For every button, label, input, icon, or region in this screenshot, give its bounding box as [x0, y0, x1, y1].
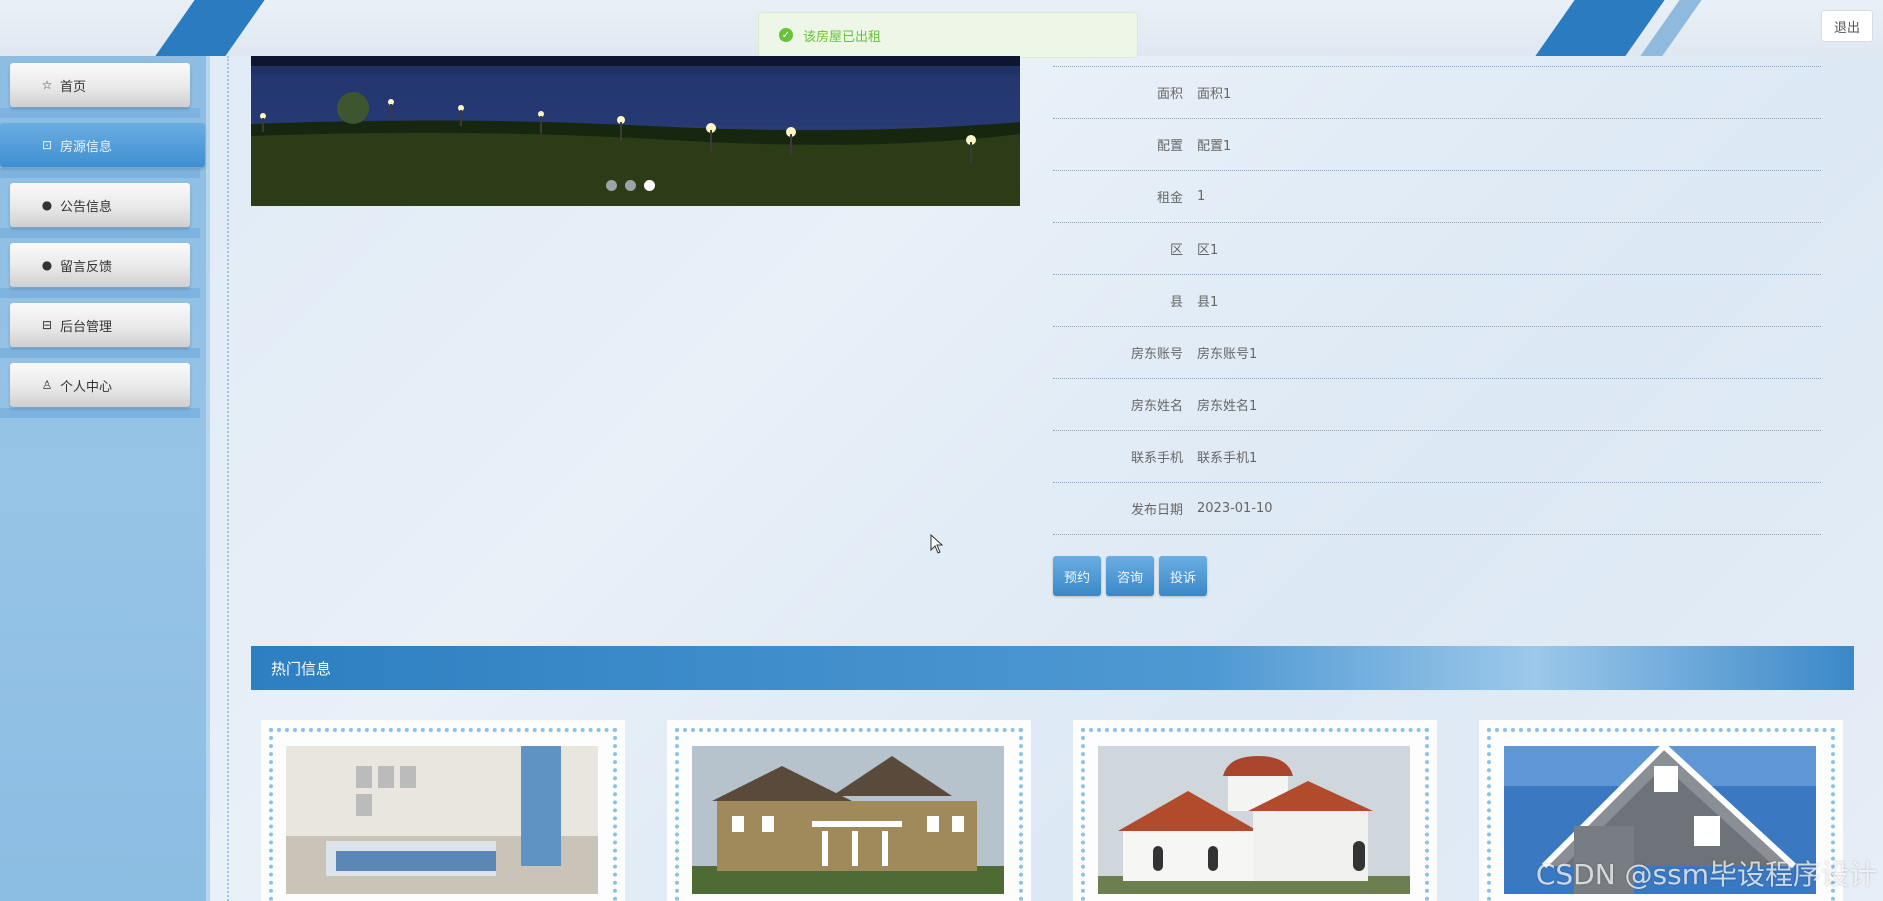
- row-value: 房东账号1: [1197, 346, 1258, 362]
- detail-row-district: 区 区1: [1053, 222, 1821, 275]
- hot-card[interactable]: [1073, 720, 1437, 901]
- sidebar-item-listings[interactable]: ⊡ 房源信息: [0, 123, 205, 167]
- row-label: 配置: [1156, 138, 1183, 154]
- star-icon: ☆: [41, 78, 53, 92]
- sidebar-item-home[interactable]: ☆ 首页: [10, 63, 190, 107]
- card-image: [1098, 746, 1410, 894]
- detail-row-phone: 联系手机 联系手机1: [1053, 430, 1821, 483]
- briefcase-icon: ⊟: [41, 318, 53, 332]
- card-image: [692, 746, 1004, 894]
- alert-icon: ●: [41, 198, 53, 212]
- row-value: 1: [1197, 188, 1206, 204]
- sidebar-item-label: 首页: [60, 79, 87, 95]
- row-label: 发布日期: [1130, 502, 1183, 518]
- hot-card[interactable]: [261, 720, 625, 901]
- section-title: 热门信息: [271, 659, 332, 678]
- nav-divider: [0, 348, 200, 358]
- success-toast: ✓ 该房屋已出租: [758, 12, 1138, 58]
- question-icon: ●: [41, 258, 53, 272]
- carousel-dots: [606, 180, 655, 191]
- row-label: 房东账号: [1130, 346, 1183, 362]
- carousel-dot-active[interactable]: [644, 180, 655, 191]
- sidebar-edge: [206, 56, 210, 901]
- header-stripe: [155, 0, 265, 56]
- content-divider: [227, 56, 229, 901]
- carousel-dot[interactable]: [606, 180, 617, 191]
- detail-row-rent: 租金 1: [1053, 170, 1821, 223]
- row-value: 县1: [1197, 294, 1219, 310]
- row-value: 面积1: [1197, 86, 1232, 102]
- hot-info-header: 热门信息: [251, 646, 1854, 690]
- detail-row-landlord-account: 房东账号 房东账号1: [1053, 326, 1821, 379]
- row-value: 区1: [1197, 242, 1219, 258]
- toast-message: 该房屋已出租: [803, 29, 882, 45]
- detail-row-landlord-name: 房东姓名 房东姓名1: [1053, 378, 1821, 431]
- hot-card[interactable]: [667, 720, 1031, 901]
- mouse-cursor-icon: [930, 534, 944, 554]
- sidebar-item-label: 房源信息: [60, 139, 113, 155]
- sidebar-item-label: 个人中心: [60, 379, 113, 395]
- row-label: 区: [1169, 242, 1183, 258]
- watermark-text: CSDN @ssm毕设程序设计: [1535, 858, 1877, 891]
- row-label: 租金: [1156, 190, 1183, 206]
- user-icon: ♙: [41, 378, 53, 392]
- sidebar-item-notices[interactable]: ● 公告信息: [10, 183, 190, 227]
- consult-button[interactable]: 咨询: [1106, 556, 1154, 596]
- carousel-dot[interactable]: [625, 180, 636, 191]
- detail-row-area: 面积 面积1: [1053, 66, 1821, 119]
- row-label: 联系手机: [1130, 450, 1183, 466]
- row-value: 房东姓名1: [1197, 398, 1258, 414]
- row-label: 面积: [1156, 86, 1183, 102]
- row-value: 配置1: [1197, 138, 1232, 154]
- nav-divider: [0, 108, 200, 118]
- sidebar-item-label: 留言反馈: [60, 259, 113, 275]
- row-value: 2023-01-10: [1197, 500, 1273, 516]
- row-value: 联系手机1: [1197, 450, 1258, 466]
- nav-divider: [0, 228, 200, 238]
- sidebar-item-feedback[interactable]: ● 留言反馈: [10, 243, 190, 287]
- logout-button[interactable]: 退出: [1821, 10, 1873, 42]
- sidebar-item-label: 公告信息: [60, 199, 113, 215]
- bag-icon: ⊡: [41, 138, 53, 152]
- detail-row-county: 县 县1: [1053, 274, 1821, 327]
- row-label: 房东姓名: [1130, 398, 1183, 414]
- detail-row-publish-date: 发布日期 2023-01-10: [1053, 482, 1821, 535]
- sidebar-item-label: 后台管理: [60, 319, 113, 335]
- nav-divider: [0, 408, 200, 418]
- row-label: 县: [1169, 294, 1183, 310]
- card-image: [286, 746, 598, 894]
- reserve-button[interactable]: 预约: [1053, 556, 1101, 596]
- sidebar-item-admin[interactable]: ⊟ 后台管理: [10, 303, 190, 347]
- sidebar-item-profile[interactable]: ♙ 个人中心: [10, 363, 190, 407]
- complain-button[interactable]: 投诉: [1159, 556, 1207, 596]
- detail-row-config: 配置 配置1: [1053, 118, 1821, 171]
- nav-divider: [0, 168, 200, 178]
- nav-divider: [0, 288, 200, 298]
- check-circle-icon: ✓: [779, 28, 793, 42]
